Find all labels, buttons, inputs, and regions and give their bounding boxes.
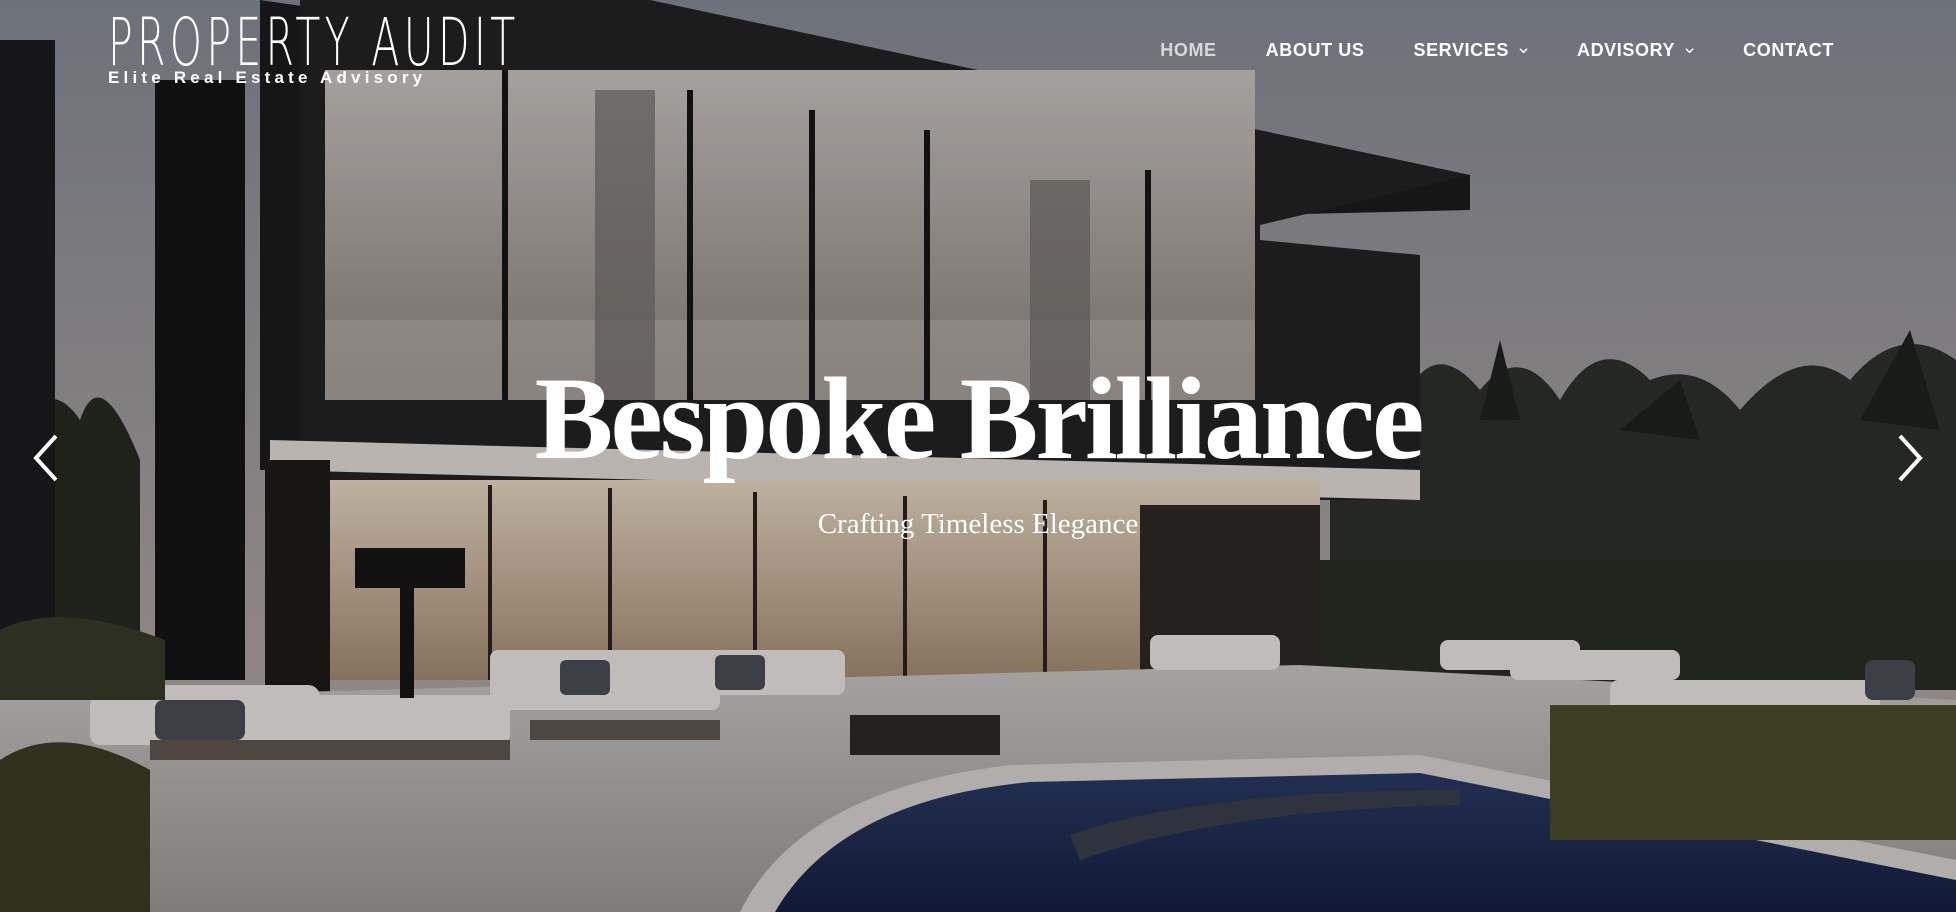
- chevron-down-icon: [1519, 48, 1528, 54]
- nav-about-us-label: ABOUT US: [1265, 40, 1365, 60]
- nav-home-label: HOME: [1160, 40, 1217, 60]
- brand-logo[interactable]: PROPERTY AUDIT Elite Real Estate Advisor…: [108, 10, 772, 88]
- nav-home[interactable]: HOME: [1160, 40, 1216, 61]
- nav-services-label: SERVICES: [1413, 40, 1509, 60]
- hero-headline: Bespoke Brilliance: [534, 353, 1425, 484]
- slider-prev-button[interactable]: [28, 430, 68, 486]
- nav-advisory-label: ADVISORY: [1576, 40, 1676, 60]
- nav-about-us[interactable]: ABOUT US: [1266, 40, 1365, 61]
- nav-contact[interactable]: CONTACT: [1743, 40, 1834, 61]
- chevron-right-icon: [1898, 434, 1923, 482]
- nav-contact-label: CONTACT: [1743, 40, 1834, 60]
- hero-subheadline: Crafting Timeless Elegance: [817, 508, 1139, 540]
- nav-services[interactable]: SERVICES: [1413, 40, 1528, 61]
- chevron-down-icon: [1685, 48, 1694, 54]
- brand-name: PROPERTY AUDIT: [108, 4, 520, 81]
- slider-next-button[interactable]: [1888, 430, 1928, 486]
- main-navigation: HOME ABOUT US SERVICES ADVISORY CONTACT: [1111, 40, 1834, 61]
- chevron-left-icon: [33, 434, 58, 482]
- nav-advisory[interactable]: ADVISORY: [1577, 40, 1694, 61]
